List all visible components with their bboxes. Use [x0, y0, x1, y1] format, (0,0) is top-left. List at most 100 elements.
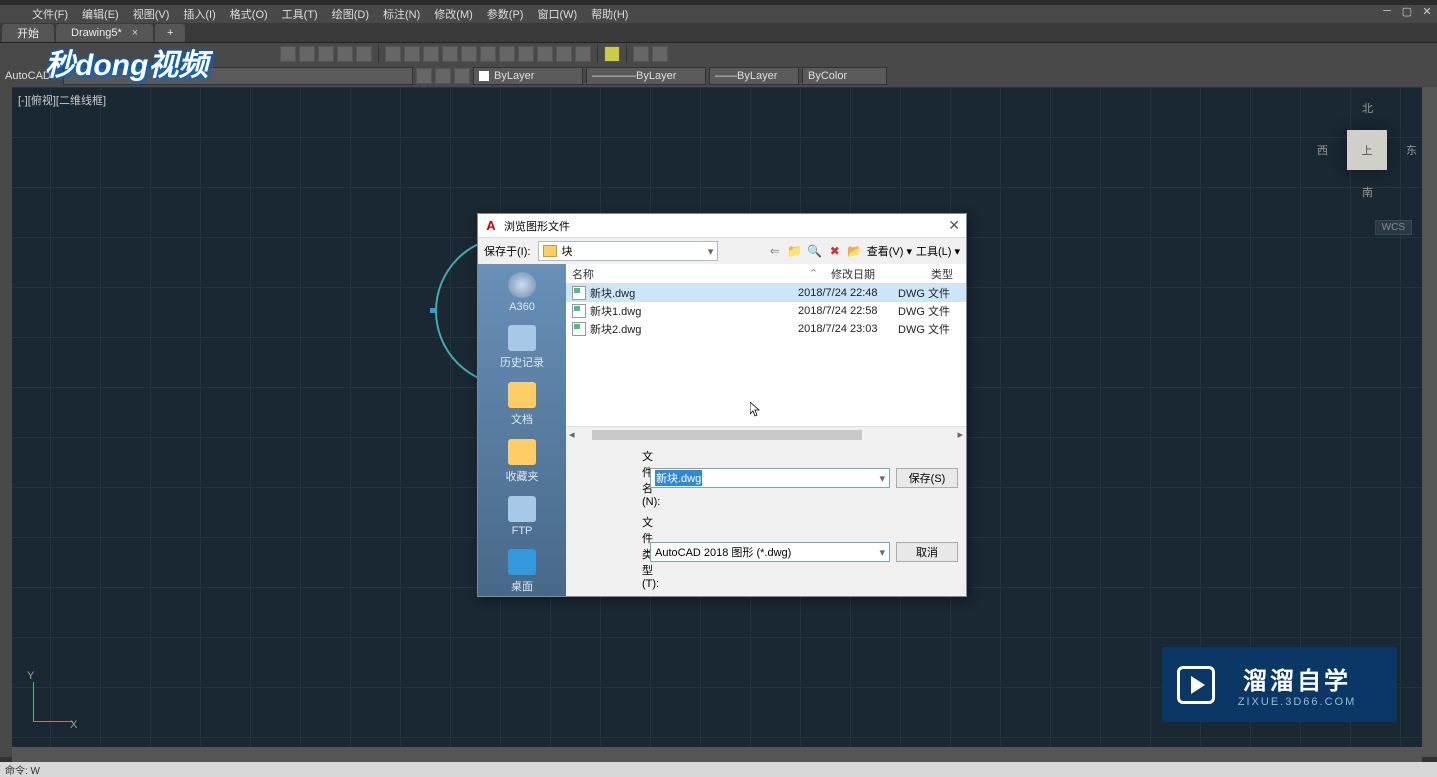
- new-folder-icon[interactable]: 📂: [847, 243, 863, 259]
- tool-icon[interactable]: [318, 46, 334, 62]
- place-documents[interactable]: 文档: [508, 382, 536, 427]
- tool-icon[interactable]: [633, 46, 649, 62]
- layer-row: AutoCAD ByLayer ———— ByLayer —— ByLayer …: [0, 65, 1437, 87]
- file-list-header: 名称 ⌃ 修改日期 类型: [566, 264, 966, 284]
- place-history[interactable]: 历史记录: [500, 325, 544, 370]
- viewcube-south[interactable]: 南: [1362, 184, 1373, 200]
- menu-view[interactable]: 视图(V): [126, 6, 177, 22]
- tool-icon[interactable]: [575, 46, 591, 62]
- tool-icon[interactable]: [337, 46, 353, 62]
- tool-icon[interactable]: [435, 68, 451, 84]
- filetype-label: 文件类型(T):: [574, 514, 644, 590]
- file-row[interactable]: 新块1.dwg 2018/7/24 22:58 DWG 文件: [566, 302, 966, 320]
- menu-edit[interactable]: 编辑(E): [75, 6, 126, 22]
- column-date[interactable]: 修改日期: [831, 266, 931, 282]
- place-favorites[interactable]: 收藏夹: [506, 439, 539, 484]
- scroll-left-icon[interactable]: ◂: [569, 428, 575, 441]
- tool-icon[interactable]: [385, 46, 401, 62]
- view-cube[interactable]: 北 南 西 东 上: [1317, 100, 1417, 200]
- file-row[interactable]: 新块2.dwg 2018/7/24 23:03 DWG 文件: [566, 320, 966, 338]
- save-button[interactable]: 保存(S): [896, 468, 958, 488]
- tool-icon[interactable]: [454, 68, 470, 84]
- tool-icon[interactable]: [499, 46, 515, 62]
- delete-icon[interactable]: ✖: [827, 243, 843, 259]
- place-label: FTP: [512, 525, 533, 537]
- menu-draw[interactable]: 绘图(D): [325, 6, 376, 22]
- viewcube-north[interactable]: 北: [1362, 100, 1373, 116]
- viewport-label[interactable]: [-][俯视][二维线框]: [18, 92, 106, 108]
- linetype-dropdown[interactable]: ByLayer: [473, 67, 583, 85]
- place-desktop[interactable]: 桌面: [508, 549, 536, 594]
- tool-icon[interactable]: [299, 46, 315, 62]
- tool-icon[interactable]: [442, 46, 458, 62]
- place-ftp[interactable]: FTP: [508, 496, 536, 537]
- tool-icon[interactable]: [652, 46, 668, 62]
- tools-menu[interactable]: 工具(L) ▾: [916, 243, 960, 259]
- menu-insert[interactable]: 插入(I): [176, 6, 222, 22]
- tool-icon[interactable]: [416, 68, 432, 84]
- file-list-hscroll[interactable]: ◂ ▸: [566, 426, 966, 442]
- close-window-button[interactable]: ✕: [1417, 5, 1437, 18]
- plotstyle-dropdown[interactable]: —— ByLayer: [709, 67, 799, 85]
- tool-icon[interactable]: [604, 46, 620, 62]
- scrollbar-thumb[interactable]: [592, 430, 862, 440]
- place-label: 收藏夹: [506, 468, 539, 484]
- dwg-file-icon: [572, 322, 586, 336]
- viewcube-west[interactable]: 西: [1317, 142, 1328, 158]
- file-date: 2018/7/24 22:48: [798, 287, 898, 299]
- search-icon[interactable]: 🔍: [807, 243, 823, 259]
- vertical-scrollbar[interactable]: [1422, 87, 1437, 757]
- color-dropdown[interactable]: ByColor: [802, 67, 887, 85]
- dialog-close-button[interactable]: ✕: [948, 217, 960, 234]
- tool-icon[interactable]: [461, 46, 477, 62]
- minimize-button[interactable]: ─: [1377, 5, 1397, 18]
- scroll-right-icon[interactable]: ▸: [957, 428, 963, 441]
- filetype-value: AutoCAD 2018 图形 (*.dwg): [655, 544, 791, 560]
- tool-icon[interactable]: [356, 46, 372, 62]
- logo-text: 溜溜自学: [1243, 661, 1351, 696]
- tool-icon[interactable]: [537, 46, 553, 62]
- menu-help[interactable]: 帮助(H): [584, 6, 635, 22]
- tool-icon[interactable]: [518, 46, 534, 62]
- file-date: 2018/7/24 22:58: [798, 305, 898, 317]
- tool-icon[interactable]: [480, 46, 496, 62]
- maximize-button[interactable]: ▢: [1397, 5, 1417, 18]
- column-type[interactable]: 类型: [931, 266, 966, 282]
- dwg-file-icon: [572, 286, 586, 300]
- filename-label: 文件名(N):: [574, 448, 644, 508]
- tool-icon[interactable]: [556, 46, 572, 62]
- menu-format[interactable]: 格式(O): [223, 6, 275, 22]
- tool-icon[interactable]: [423, 46, 439, 62]
- toolbar-row-1: [0, 43, 1437, 65]
- up-folder-icon[interactable]: 📁: [787, 243, 803, 259]
- view-menu[interactable]: 查看(V) ▾: [867, 243, 912, 259]
- cancel-button[interactable]: 取消: [896, 542, 958, 562]
- file-list[interactable]: 新块.dwg 2018/7/24 22:48 DWG 文件 新块1.dwg 20…: [566, 284, 966, 426]
- menu-modify[interactable]: 修改(M): [427, 6, 480, 22]
- menu-parametric[interactable]: 参数(P): [480, 6, 531, 22]
- viewcube-top-face[interactable]: 上: [1347, 130, 1387, 170]
- filename-value: 新块.dwg: [655, 470, 702, 486]
- place-a360[interactable]: A360: [508, 272, 536, 313]
- column-name[interactable]: 名称: [566, 266, 796, 282]
- ucs-y-label: Y: [27, 670, 34, 682]
- viewcube-east[interactable]: 东: [1406, 142, 1417, 158]
- menu-window[interactable]: 窗口(W): [530, 6, 584, 22]
- filename-input[interactable]: 新块.dwg▾: [650, 468, 890, 488]
- menu-file[interactable]: 文件(F): [25, 6, 75, 22]
- tool-icon[interactable]: [280, 46, 296, 62]
- folder-dropdown[interactable]: 块 ▾: [538, 241, 718, 261]
- menu-tools[interactable]: 工具(T): [275, 6, 325, 22]
- horizontal-scrollbar[interactable]: [12, 747, 1422, 762]
- tab-close-icon[interactable]: ×: [132, 27, 138, 39]
- tool-icon[interactable]: [404, 46, 420, 62]
- grip-point[interactable]: [430, 308, 435, 313]
- place-label: 历史记录: [500, 354, 544, 370]
- menu-dimension[interactable]: 标注(N): [376, 6, 427, 22]
- command-line[interactable]: 命令: W: [0, 762, 1437, 777]
- back-icon[interactable]: ⇐: [767, 243, 783, 259]
- wcs-badge[interactable]: WCS: [1375, 220, 1412, 235]
- filetype-dropdown[interactable]: AutoCAD 2018 图形 (*.dwg)▾: [650, 542, 890, 562]
- file-row[interactable]: 新块.dwg 2018/7/24 22:48 DWG 文件: [566, 284, 966, 302]
- lineweight-dropdown[interactable]: ———— ByLayer: [586, 67, 706, 85]
